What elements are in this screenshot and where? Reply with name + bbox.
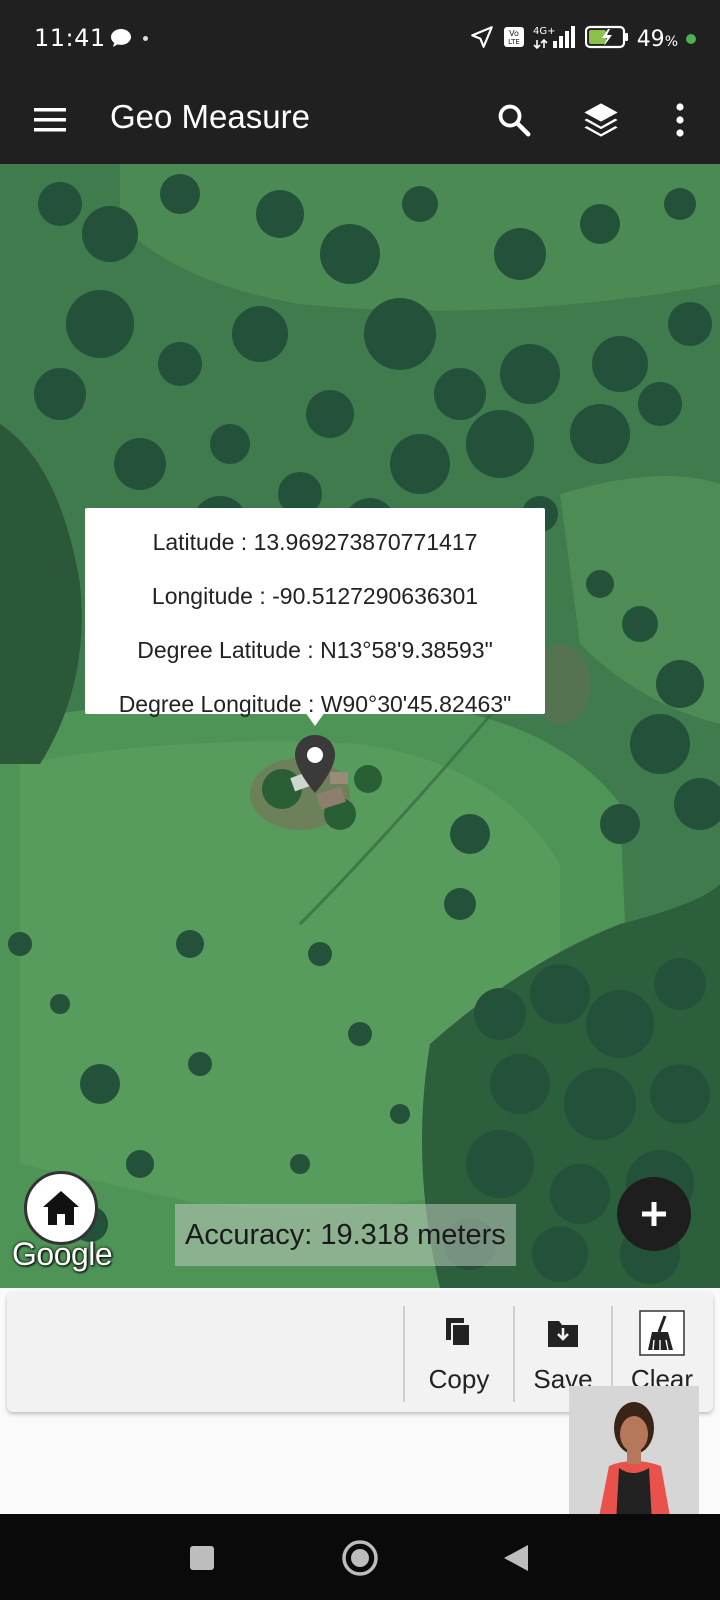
status-bar: 11:41 Vo LTE 4G+ 49% bbox=[0, 0, 720, 78]
save-folder-icon bbox=[546, 1308, 580, 1358]
green-dot-icon bbox=[686, 34, 696, 44]
status-icons: Vo LTE 4G+ 49% bbox=[469, 22, 696, 56]
info-window-pointer bbox=[305, 712, 325, 726]
menu-icon[interactable] bbox=[30, 100, 70, 140]
app-bar: Geo Measure bbox=[0, 78, 720, 164]
add-point-button[interactable] bbox=[617, 1177, 691, 1251]
svg-text:LTE: LTE bbox=[508, 38, 520, 46]
signal-icon: 4G+ bbox=[533, 24, 577, 54]
copy-icon bbox=[444, 1308, 474, 1358]
home-button[interactable] bbox=[24, 1171, 98, 1245]
back-icon[interactable] bbox=[494, 1536, 538, 1580]
chat-bubble-icon bbox=[110, 28, 132, 52]
notification-dot-icon bbox=[143, 36, 148, 41]
longitude-text: Longitude : -90.5127290636301 bbox=[151, 583, 479, 609]
battery-charging-icon bbox=[584, 25, 629, 53]
plus-icon bbox=[642, 1202, 666, 1226]
copy-label: Copy bbox=[428, 1364, 490, 1394]
accuracy-label: Accuracy: 19.318 meters bbox=[175, 1204, 516, 1266]
location-arrow-icon bbox=[469, 24, 495, 54]
degree-latitude-text: Degree Latitude : N13°58'9.38593" bbox=[137, 637, 493, 663]
latitude-text: Latitude : 13.969273870771417 bbox=[152, 529, 478, 555]
system-nav-bar bbox=[0, 1514, 720, 1600]
location-marker-icon[interactable] bbox=[292, 733, 338, 797]
broom-icon bbox=[639, 1308, 685, 1358]
status-time: 11:41 bbox=[34, 24, 106, 52]
coordinates-info-window: Latitude : 13.969273870771417 Longitude … bbox=[85, 508, 545, 717]
toolbar-divider bbox=[403, 1306, 405, 1402]
svg-text:4G+: 4G+ bbox=[533, 26, 556, 37]
google-logo: Google bbox=[12, 1236, 113, 1272]
battery-percent: 49% bbox=[636, 26, 678, 52]
recents-icon[interactable] bbox=[180, 1536, 224, 1580]
search-icon[interactable] bbox=[490, 96, 538, 144]
satellite-map[interactable]: Latitude : 13.969273870771417 Longitude … bbox=[0, 164, 720, 1288]
home-nav-icon[interactable] bbox=[338, 1536, 382, 1580]
copy-button[interactable]: Copy bbox=[409, 1302, 509, 1402]
layers-icon[interactable] bbox=[577, 96, 625, 144]
volte-icon: Vo LTE bbox=[503, 26, 525, 52]
app-title: Geo Measure bbox=[110, 98, 310, 135]
toolbar-divider bbox=[513, 1306, 515, 1402]
more-vert-icon[interactable] bbox=[656, 96, 704, 144]
home-icon bbox=[43, 1191, 79, 1225]
svg-text:Vo: Vo bbox=[509, 29, 519, 38]
